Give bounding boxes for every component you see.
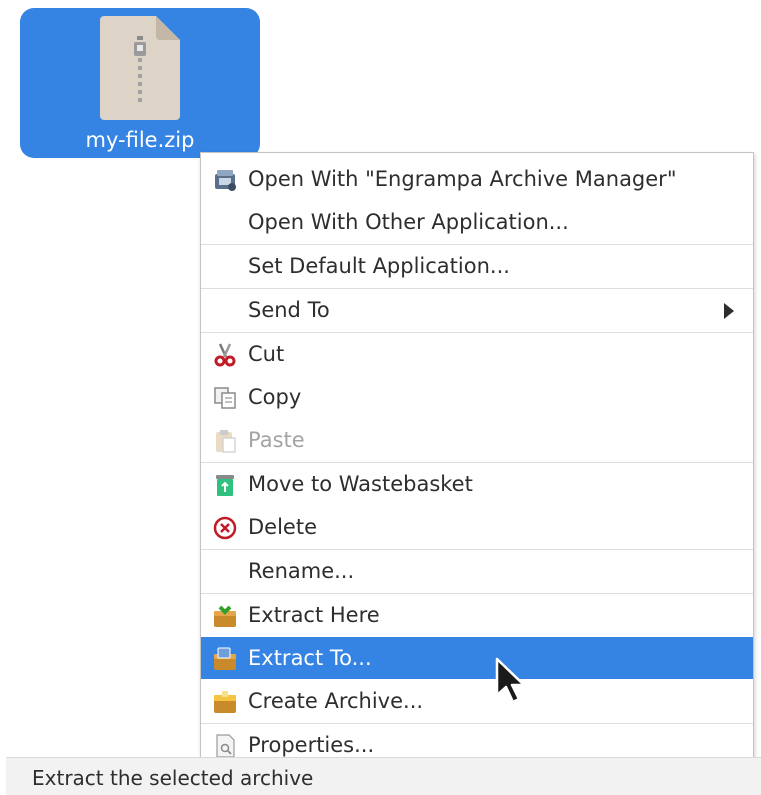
mouse-pointer-icon <box>495 657 526 704</box>
engrampa-icon <box>215 170 236 191</box>
scissors-icon <box>214 343 236 367</box>
menu-item-rename[interactable]: Rename... <box>201 550 753 592</box>
menu-item-open-with-engrampa[interactable]: Open With "Engrampa Archive Manager" <box>201 158 753 200</box>
extract-to-icon <box>214 647 236 670</box>
menu-item-copy[interactable]: Copy <box>201 376 753 418</box>
menu-item-set-default-application[interactable]: Set Default Application... <box>201 245 753 287</box>
create-archive-icon <box>214 691 236 713</box>
menu-item-paste: Paste <box>201 419 753 461</box>
menu-item-create-archive[interactable]: Create Archive... <box>201 680 753 722</box>
file-name-label: my-file.zip <box>85 128 195 152</box>
properties-icon <box>216 734 235 758</box>
submenu-arrow-icon <box>724 303 734 319</box>
menu-item-cut[interactable]: Cut <box>201 333 753 375</box>
menu-item-move-to-wastebasket[interactable]: Move to Wastebasket <box>201 463 753 505</box>
menu-item-delete[interactable]: Delete <box>201 506 753 548</box>
menu-item-extract-to[interactable]: Extract To... <box>201 637 753 679</box>
status-bar: Extract the selected archive <box>6 757 761 795</box>
wastebasket-icon <box>216 475 234 496</box>
menu-item-extract-here[interactable]: Extract Here <box>201 594 753 636</box>
copy-icon <box>214 387 236 409</box>
menu-item-open-with-other[interactable]: Open With Other Application... <box>201 201 753 243</box>
extract-here-icon <box>214 605 236 627</box>
delete-icon <box>213 516 237 540</box>
desktop-file-my-file-zip[interactable]: my-file.zip <box>20 8 260 158</box>
zip-archive-icon <box>100 16 180 120</box>
paste-icon <box>216 430 236 453</box>
context-menu: Open With "Engrampa Archive Manager" Ope… <box>200 152 754 772</box>
menu-item-send-to[interactable]: Send To <box>201 289 753 331</box>
status-bar-text: Extract the selected archive <box>32 766 314 790</box>
